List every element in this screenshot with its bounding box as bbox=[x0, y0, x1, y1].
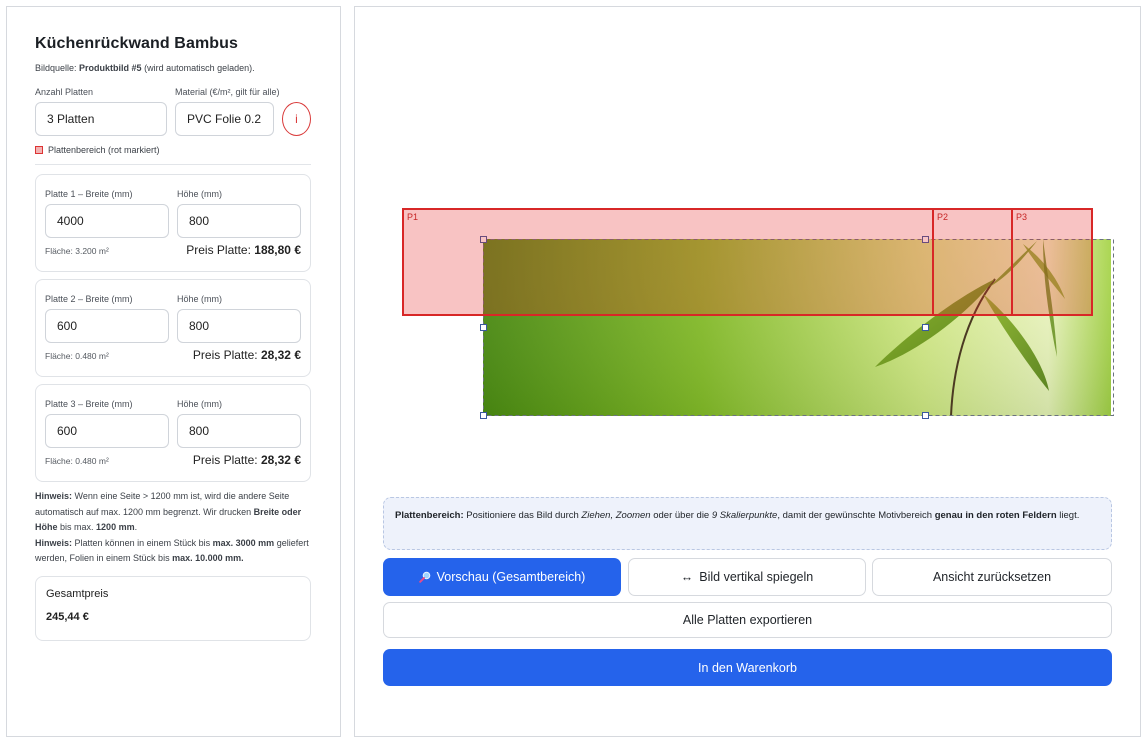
material-label: Material (€/m², gilt für alle) bbox=[175, 87, 280, 97]
plate-price: Preis Platte: 28,32 € bbox=[192, 453, 301, 467]
resize-handle-middle-left[interactable] bbox=[480, 324, 487, 331]
plate-area-p1: P1 bbox=[402, 208, 934, 316]
add-to-cart-button[interactable]: In den Warenkorb bbox=[383, 649, 1112, 686]
plate-width-label: Platte 1 – Breite (mm) bbox=[45, 189, 133, 199]
divider bbox=[35, 164, 311, 165]
plate-1-width-input[interactable]: 4000 bbox=[45, 204, 169, 238]
plate-area-instructions: Plattenbereich: Positioniere das Bild du… bbox=[383, 497, 1112, 550]
plate-area: Fläche: 0.480 m² bbox=[45, 456, 109, 466]
plate-height-label: Höhe (mm) bbox=[177, 294, 223, 304]
info-wrap: i bbox=[282, 87, 311, 136]
plate-card-1: Platte 1 – Breite (mm) 4000 Höhe (mm) 80… bbox=[35, 174, 311, 272]
plate-height-label: Höhe (mm) bbox=[177, 189, 223, 199]
plate-area-legend: Plattenbereich (rot markiert) bbox=[35, 145, 311, 155]
red-square-icon bbox=[35, 146, 43, 154]
plate-1-height-input[interactable]: 800 bbox=[177, 204, 301, 238]
count-label: Anzahl Platten bbox=[35, 87, 94, 97]
editor-canvas[interactable]: P1 P2 P3 bbox=[355, 7, 1140, 487]
editor-panel: P1 P2 P3 Plattenbereich: Positioniere da… bbox=[354, 6, 1141, 737]
resize-handle-bottom-left[interactable] bbox=[480, 412, 487, 419]
total-label: Gesamtpreis bbox=[46, 587, 109, 600]
plate-price: Preis Platte: 188,80 € bbox=[186, 243, 301, 257]
magnifier-icon bbox=[418, 571, 430, 583]
plate-price: Preis Platte: 28,32 € bbox=[192, 348, 301, 362]
plate-area-p2: P2 bbox=[932, 208, 1013, 316]
plate-3-width-input[interactable]: 600 bbox=[45, 414, 169, 448]
plate-card-3: Platte 3 – Breite (mm) 600 Höhe (mm) 800… bbox=[35, 384, 311, 482]
product-title: Küchenrückwand Bambus bbox=[35, 35, 239, 52]
count-material-row: Anzahl Platten 3 Platten Material (€/m²,… bbox=[35, 87, 311, 136]
preview-button[interactable]: Vorschau (Gesamtbereich) bbox=[383, 558, 621, 596]
count-group: Anzahl Platten 3 Platten bbox=[35, 87, 167, 136]
plate-area: Fläche: 0.480 m² bbox=[45, 351, 109, 361]
resize-handle-bottom-center[interactable] bbox=[922, 412, 929, 419]
plate-tag: P1 bbox=[407, 212, 419, 222]
hint-text: Hinweis: Wenn eine Seite > 1200 mm ist, … bbox=[35, 491, 309, 563]
reset-view-button[interactable]: Ansicht zurücksetzen bbox=[872, 558, 1112, 596]
plate-3-height-input[interactable]: 800 bbox=[177, 414, 301, 448]
plate-width-label: Platte 3 – Breite (mm) bbox=[45, 399, 133, 409]
resize-handle-center[interactable] bbox=[922, 324, 929, 331]
material-group: Material (€/m², gilt für alle) PVC Folie… bbox=[175, 87, 280, 136]
flip-vertical-button[interactable]: ↔ Bild vertikal spiegeln bbox=[628, 558, 866, 596]
plate-2-width-input[interactable]: 600 bbox=[45, 309, 169, 343]
plate-tag: P3 bbox=[1016, 212, 1028, 222]
info-icon[interactable]: i bbox=[282, 102, 311, 136]
material-select[interactable]: PVC Folie 0.2 bbox=[175, 102, 274, 136]
export-plates-button[interactable]: Alle Platten exportieren bbox=[383, 602, 1112, 638]
plate-width-label: Platte 2 – Breite (mm) bbox=[45, 294, 133, 304]
plate-tag: P2 bbox=[937, 212, 949, 222]
plate-height-label: Höhe (mm) bbox=[177, 399, 223, 409]
flip-arrows-icon: ↔ bbox=[680, 570, 694, 584]
config-sidebar: Küchenrückwand Bambus Bildquelle: Produk… bbox=[6, 6, 341, 737]
plate-count-select[interactable]: 3 Platten bbox=[35, 102, 167, 136]
plate-2-height-input[interactable]: 800 bbox=[177, 309, 301, 343]
total-price-card: Gesamtpreis 245,44 € bbox=[35, 575, 311, 641]
plate-area-p3: P3 bbox=[1011, 208, 1093, 316]
image-source: Bildquelle: Produktbild #5 (wird automat… bbox=[35, 63, 255, 73]
plate-card-2: Platte 2 – Breite (mm) 600 Höhe (mm) 800… bbox=[35, 279, 311, 377]
plate-area: Fläche: 3.200 m² bbox=[45, 246, 109, 256]
total-value: 245,44 € bbox=[46, 610, 89, 623]
